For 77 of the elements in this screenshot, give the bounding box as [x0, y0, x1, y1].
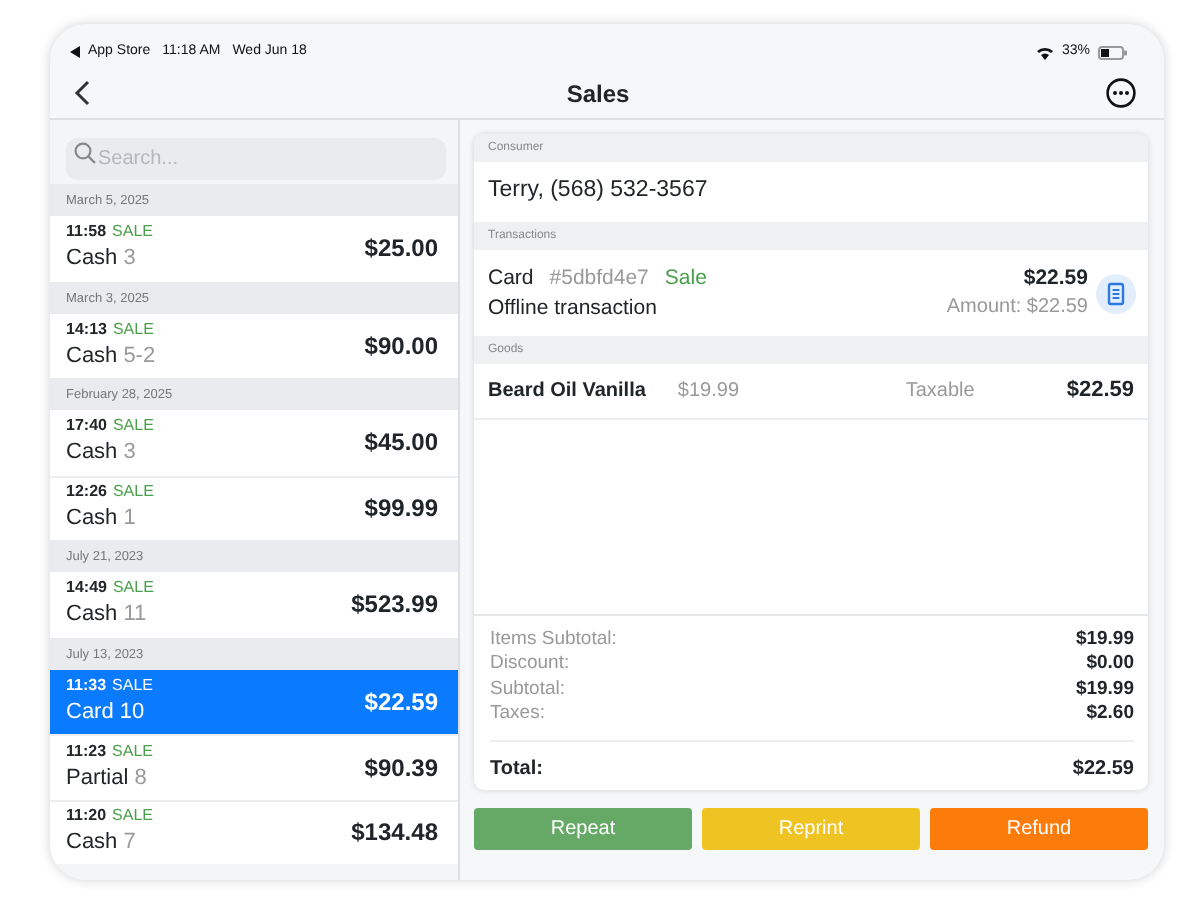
sale-number: 11: [123, 602, 147, 627]
sale-list-item[interactable]: 11:58 SALE Cash 3 $25.00: [50, 216, 458, 281]
sale-type: SALE: [112, 482, 154, 501]
sale-type: SALE: [112, 675, 153, 694]
sale-time: 14:13: [66, 319, 107, 338]
payment-method: Cash: [66, 246, 118, 271]
transaction-id: #5dbfd4e7: [549, 266, 649, 290]
item-price: $19.99: [677, 378, 740, 406]
payment-method: Card: [66, 699, 114, 724]
total-label: Subtotal:: [490, 677, 565, 702]
payment-method: Cash: [66, 602, 118, 627]
transaction-method: Card: [488, 266, 534, 290]
transaction-type: Sale: [664, 266, 707, 290]
sale-list-item[interactable]: 11:33 SALE Card 10 $22.59: [50, 669, 458, 734]
sale-type: SALE: [112, 319, 154, 338]
payment-method: Cash: [66, 506, 118, 531]
sale-number: 1: [123, 506, 136, 531]
back-chevron-icon[interactable]: [74, 80, 90, 106]
page-title: Sales: [566, 77, 630, 111]
sale-amount: $90.39: [364, 751, 438, 786]
payment-method: Cash: [66, 440, 118, 465]
sale-time: 17:40: [66, 416, 107, 435]
sale-number: 7: [123, 830, 136, 855]
grand-total-value: $22.59: [1072, 757, 1134, 782]
sale-time: 14:49: [66, 578, 107, 597]
total-label: Taxes:: [490, 702, 545, 727]
sale-list-item[interactable]: 17:40 SALE Cash 3 $45.00: [50, 410, 458, 475]
tax-status: Taxable: [905, 378, 975, 406]
sale-number: 8: [134, 765, 147, 790]
sale-time: 12:26: [66, 482, 107, 501]
back-triangle-icon[interactable]: [70, 46, 80, 58]
sale-list-item[interactable]: 11:20 SALE Cash 7 $134.48: [50, 799, 458, 864]
sale-number: 3: [123, 246, 136, 271]
search-icon: [74, 142, 96, 164]
sale-number: 5-2: [123, 343, 156, 368]
payment-method: Cash: [66, 343, 118, 368]
battery-icon: [1098, 45, 1128, 59]
item-total: $22.59: [1066, 376, 1134, 407]
sale-time: 11:20: [66, 806, 107, 825]
wifi-icon: [1035, 45, 1054, 59]
sale-number: 10: [119, 699, 145, 724]
total-label: Discount:: [490, 652, 570, 677]
more-options-icon[interactable]: [1105, 78, 1136, 108]
sale-type: SALE: [112, 741, 153, 760]
sale-amount: $523.99: [351, 588, 438, 623]
total-value: $19.99: [1075, 627, 1134, 652]
sale-amount: $22.59: [364, 685, 438, 720]
sale-amount: $25.00: [364, 232, 438, 267]
sale-time: 11:23: [66, 741, 107, 760]
sale-time: 11:58: [66, 222, 107, 241]
sale-type: SALE: [112, 416, 154, 435]
sale-list-item[interactable]: 14:49 SALE Cash 11 $523.99: [50, 572, 458, 637]
grand-total-label: Total:: [490, 757, 543, 782]
amount-line: Amount: $22.59: [946, 297, 1088, 318]
sale-amount: $99.99: [364, 492, 438, 527]
sale-amount: $134.48: [351, 816, 438, 851]
payment-method: Cash: [66, 830, 118, 855]
receipt-icon[interactable]: [1096, 273, 1136, 313]
item-name: Beard Oil Vanilla: [488, 378, 646, 406]
transaction-amount: $22.59: [1021, 268, 1088, 290]
sale-type: SALE: [112, 578, 154, 597]
sale-time: 11:33: [66, 675, 107, 694]
sale-type: SALE: [112, 806, 153, 825]
payment-method: Partial: [66, 765, 129, 790]
total-value: $19.99: [1075, 677, 1134, 702]
total-label: Items Subtotal:: [490, 627, 617, 652]
sale-number: 3: [123, 440, 136, 465]
consumer-name: Terry, (568) 532-3567: [488, 176, 708, 207]
sale-amount: $45.00: [364, 426, 438, 461]
sale-type: SALE: [112, 222, 153, 241]
sale-list-item[interactable]: 12:26 SALE Cash 1 $99.99: [50, 475, 458, 540]
total-value: $0.00: [1086, 652, 1134, 677]
sale-list-item[interactable]: 14:13 SALE Cash 5-2 $90.00: [50, 313, 458, 378]
total-value: $2.60: [1086, 702, 1134, 727]
transaction-description: Offline transaction: [488, 297, 659, 318]
sale-list-item[interactable]: 11:23 SALE Partial 8 $90.39: [50, 734, 458, 799]
sale-amount: $90.00: [364, 329, 438, 364]
